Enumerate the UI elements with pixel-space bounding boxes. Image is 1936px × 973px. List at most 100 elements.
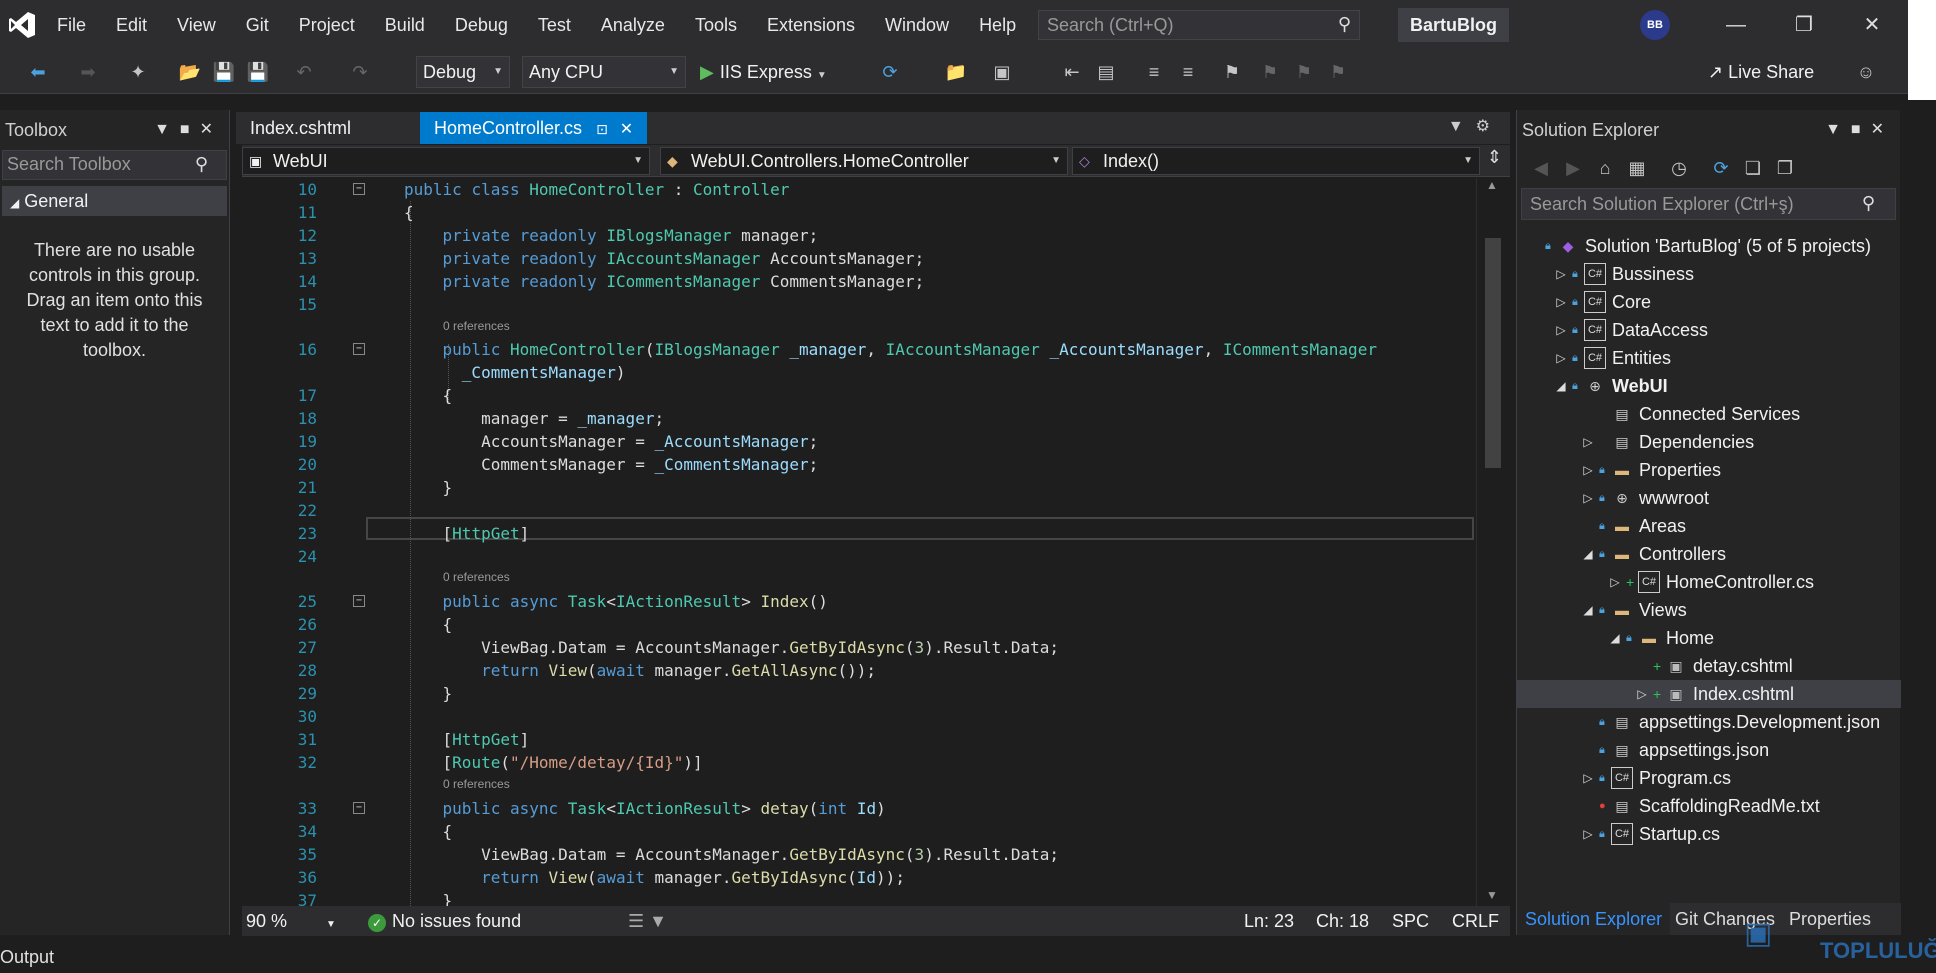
- tree-item[interactable]: ▷ 🔒︎ ▬ Properties: [1517, 456, 1901, 484]
- clear-bookmarks-icon[interactable]: ⚑: [1326, 60, 1350, 84]
- code-line[interactable]: 25 public async Task<IActionResult> Inde…: [242, 590, 1476, 613]
- menu-test[interactable]: Test: [523, 0, 586, 50]
- scroll-down-icon[interactable]: ▼: [1486, 888, 1498, 902]
- split-icon[interactable]: ⇕: [1487, 147, 1502, 168]
- step-over-icon[interactable]: ▤: [1094, 60, 1118, 84]
- codelens-references[interactable]: 0 references: [443, 569, 510, 585]
- collapse-toggle-icon[interactable]: −: [353, 183, 365, 195]
- back-icon[interactable]: ◀: [1529, 156, 1553, 180]
- code-line[interactable]: 35 ViewBag.Datam = AccountsManager.GetBy…: [242, 843, 1476, 866]
- tree-item[interactable]: ▷ 🔒︎ C# Core: [1517, 288, 1901, 316]
- tree-item[interactable]: ▤ Connected Services: [1517, 400, 1901, 428]
- tab-index-cshtml[interactable]: Index.cshtml: [236, 112, 365, 144]
- collapse-icon[interactable]: ◢: [1554, 372, 1568, 400]
- history-icon[interactable]: ◷: [1667, 156, 1691, 180]
- panel-controls[interactable]: ▼■✕: [154, 110, 223, 150]
- tree-item[interactable]: ◢ 🔒︎ ▬ Home: [1517, 624, 1901, 652]
- tree-item[interactable]: 🔒︎ ▬ Areas: [1517, 512, 1901, 540]
- outdent-icon[interactable]: ≡: [1176, 60, 1200, 84]
- code-line[interactable]: 12 private readonly IBlogsManager manage…: [242, 224, 1476, 247]
- collapse-toggle-icon[interactable]: −: [353, 343, 365, 355]
- code-line[interactable]: 18 manager = _manager;: [242, 407, 1476, 430]
- code-line[interactable]: 30: [242, 705, 1476, 728]
- codelens-references[interactable]: 0 references: [443, 776, 510, 792]
- collapse-toggle-icon[interactable]: −: [353, 595, 365, 607]
- code-line[interactable]: 33 public async Task<IActionResult> deta…: [242, 797, 1476, 820]
- back-icon[interactable]: ⬅: [26, 60, 50, 84]
- tree-item[interactable]: ● ▤ ScaffoldingReadMe.txt: [1517, 792, 1901, 820]
- menu-edit[interactable]: Edit: [101, 0, 162, 50]
- issues-indicator[interactable]: ✓ No issues found: [368, 906, 521, 936]
- zoom-select[interactable]: 90 % ▼: [246, 906, 336, 936]
- menu-git[interactable]: Git: [231, 0, 284, 50]
- tree-item[interactable]: ▷ ▤ Dependencies: [1517, 428, 1901, 456]
- class-select[interactable]: ◆ WebUI.Controllers.HomeController ▼: [660, 147, 1068, 175]
- forward-icon[interactable]: ▶: [1561, 156, 1585, 180]
- tree-item[interactable]: + ▣ detay.cshtml: [1517, 652, 1901, 680]
- code-line[interactable]: 22: [242, 499, 1476, 522]
- code-line[interactable]: 26 {: [242, 613, 1476, 636]
- toolbox-search-input[interactable]: Search Toolbox ⚲: [2, 150, 227, 180]
- whitespace-mode[interactable]: SPC: [1392, 906, 1429, 936]
- platform-select[interactable]: Any CPU ▼: [522, 56, 686, 88]
- code-line[interactable]: 28 return View(await manager.GetAllAsync…: [242, 659, 1476, 682]
- expand-icon[interactable]: ▷: [1554, 260, 1568, 288]
- show-all-files-icon[interactable]: ❐: [1773, 156, 1797, 180]
- cleanup-icon[interactable]: ☰ ▼: [628, 906, 667, 936]
- code-line[interactable]: 20 CommentsManager = _CommentsManager;: [242, 453, 1476, 476]
- next-bookmark-icon[interactable]: ⚑: [1292, 60, 1316, 84]
- scroll-up-icon[interactable]: ▲: [1486, 178, 1498, 192]
- restore-icon[interactable]: ❐: [1774, 0, 1834, 50]
- new-item-icon[interactable]: ✦: [126, 60, 150, 84]
- scroll-thumb[interactable]: [1485, 238, 1501, 468]
- expand-icon[interactable]: ▷: [1581, 764, 1595, 792]
- menu-extensions[interactable]: Extensions: [752, 0, 870, 50]
- code-line[interactable]: 15: [242, 293, 1476, 316]
- collapse-icon[interactable]: ◢: [1581, 596, 1595, 624]
- tree-item[interactable]: ▷ 🔒︎ C# Bussiness: [1517, 260, 1901, 288]
- menu-view[interactable]: View: [162, 0, 231, 50]
- pin-icon[interactable]: ⊡: [596, 121, 608, 137]
- feedback-icon[interactable]: ☺: [1854, 60, 1878, 84]
- output-tab[interactable]: Output: [0, 941, 1936, 973]
- code-line[interactable]: 34 {: [242, 820, 1476, 843]
- menu-build[interactable]: Build: [370, 0, 440, 50]
- close-tab-icon[interactable]: ✕: [620, 121, 633, 138]
- tab-overflow-icon[interactable]: ▼⚙: [1448, 116, 1502, 136]
- tree-item[interactable]: 🔒︎ ▤ appsettings.json: [1517, 736, 1901, 764]
- code-line[interactable]: 37 }: [242, 889, 1476, 906]
- code-line[interactable]: 29 }: [242, 682, 1476, 705]
- code-line[interactable]: 11 {: [242, 201, 1476, 224]
- tree-item[interactable]: ▷ + ▣ Index.cshtml: [1517, 680, 1901, 708]
- bookmark-icon[interactable]: ⚑: [1220, 60, 1244, 84]
- code-line[interactable]: 16 public HomeController(IBlogsManager _…: [242, 338, 1476, 361]
- collapse-all-icon[interactable]: ❏: [1741, 156, 1765, 180]
- minimize-icon[interactable]: —: [1706, 0, 1766, 50]
- codelens-references[interactable]: 0 references: [443, 318, 510, 334]
- undo-icon[interactable]: ↶: [292, 60, 316, 84]
- code-line[interactable]: 36 return View(await manager.GetByIdAsyn…: [242, 866, 1476, 889]
- solution-explorer-search-input[interactable]: Search Solution Explorer (Ctrl+ş) ⚲: [1521, 188, 1896, 220]
- menu-tools[interactable]: Tools: [680, 0, 752, 50]
- member-select[interactable]: ◇ Index() ▼: [1072, 147, 1480, 175]
- tree-item[interactable]: ▷ 🔒︎ C# Entities: [1517, 344, 1901, 372]
- tree-item[interactable]: ◢ 🔒︎ ▬ Views: [1517, 596, 1901, 624]
- menu-file[interactable]: File: [42, 0, 101, 50]
- tab-solution-explorer[interactable]: Solution Explorer: [1517, 903, 1671, 935]
- prev-bookmark-icon[interactable]: ⚑: [1258, 60, 1282, 84]
- live-share-button[interactable]: ↗ Live Share: [1708, 56, 1814, 88]
- code-line[interactable]: _CommentsManager): [242, 361, 1476, 384]
- expand-icon[interactable]: ▷: [1635, 680, 1649, 708]
- folder-search-icon[interactable]: 📁: [944, 60, 968, 84]
- sync-icon[interactable]: ⟳: [1709, 156, 1733, 180]
- tree-item[interactable]: ▷ 🔒︎ ⊕ wwwroot: [1517, 484, 1901, 512]
- tree-item[interactable]: ▷ 🔒︎ C# Startup.cs: [1517, 820, 1901, 848]
- menu-help[interactable]: Help: [964, 0, 1031, 50]
- menu-window[interactable]: Window: [870, 0, 964, 50]
- switch-views-icon[interactable]: ▦: [1625, 156, 1649, 180]
- code-line[interactable]: 17 {: [242, 384, 1476, 407]
- project-select[interactable]: ▣ WebUI ▼: [242, 147, 650, 175]
- open-folder-icon[interactable]: 📂: [178, 60, 202, 84]
- line-number[interactable]: Ln: 23: [1244, 906, 1294, 936]
- tree-item[interactable]: ▷ + C# HomeController.cs: [1517, 568, 1901, 596]
